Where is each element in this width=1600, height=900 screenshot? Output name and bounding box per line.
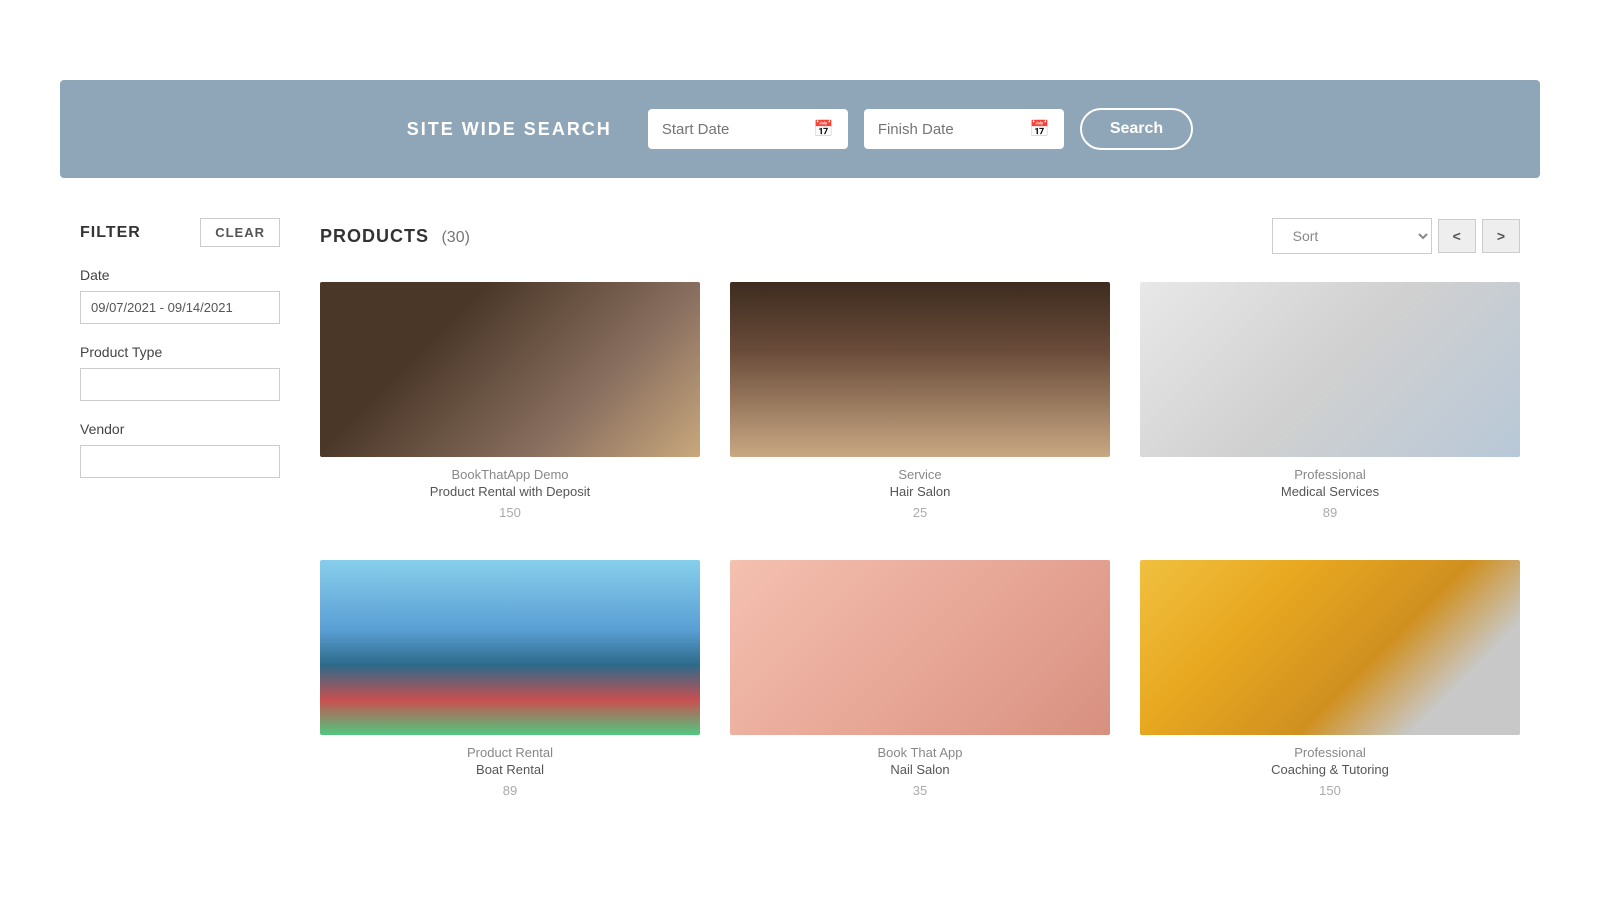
filter-header: FILTER CLEAR (80, 218, 280, 247)
products-title-group: PRODUCTS (30) (320, 226, 470, 247)
product-type: Professional (1271, 745, 1389, 760)
sort-select[interactable]: Sort (1272, 218, 1432, 254)
prev-page-button[interactable]: < (1438, 219, 1476, 253)
product-card[interactable]: Book That App Nail Salon 35 (730, 560, 1110, 798)
start-date-input[interactable] (662, 121, 806, 138)
filter-date-section: Date (80, 267, 280, 324)
product-type: BookThatApp Demo (430, 467, 590, 482)
product-card[interactable]: Professional Coaching & Tutoring 150 (1140, 560, 1520, 798)
filter-date-label: Date (80, 267, 280, 283)
search-bar: SITE WIDE SEARCH 📅 📅 Search (60, 80, 1540, 178)
product-image (1140, 282, 1520, 457)
filter-product-type-section: Product Type (80, 344, 280, 401)
main-content: FILTER CLEAR Date Product Type Vendor PR… (0, 178, 1600, 838)
product-image (730, 282, 1110, 457)
product-card[interactable]: Professional Medical Services 89 (1140, 282, 1520, 520)
product-name: Boat Rental (467, 762, 553, 777)
search-label: SITE WIDE SEARCH (407, 119, 612, 140)
pagination-controls: Sort < > (1272, 218, 1520, 254)
product-info: Book That App Nail Salon 35 (877, 745, 962, 798)
finish-date-calendar-icon: 📅 (1030, 119, 1050, 139)
clear-button[interactable]: CLEAR (200, 218, 280, 247)
filter-vendor-label: Vendor (80, 421, 280, 437)
product-info: Professional Coaching & Tutoring 150 (1271, 745, 1389, 798)
start-date-wrapper: 📅 (648, 109, 848, 149)
product-type: Service (890, 467, 951, 482)
finish-date-input[interactable] (878, 121, 1022, 138)
product-image (730, 560, 1110, 735)
product-info: Service Hair Salon 25 (890, 467, 951, 520)
product-type: Product Rental (467, 745, 553, 760)
filter-sidebar: FILTER CLEAR Date Product Type Vendor (80, 218, 280, 798)
products-area: PRODUCTS (30) Sort < > BookThatApp Demo … (320, 218, 1520, 798)
product-price: 150 (430, 505, 590, 520)
product-card[interactable]: BookThatApp Demo Product Rental with Dep… (320, 282, 700, 520)
filter-title: FILTER (80, 224, 141, 242)
product-image (1140, 560, 1520, 735)
product-card[interactable]: Product Rental Boat Rental 89 (320, 560, 700, 798)
product-price: 25 (890, 505, 951, 520)
product-type: Book That App (877, 745, 962, 760)
filter-date-input[interactable] (80, 291, 280, 324)
filter-vendor-input[interactable] (80, 445, 280, 478)
next-page-button[interactable]: > (1482, 219, 1520, 253)
product-price: 89 (1281, 505, 1379, 520)
product-price: 35 (877, 783, 962, 798)
product-image (320, 282, 700, 457)
search-button[interactable]: Search (1080, 108, 1193, 150)
start-date-calendar-icon: 📅 (814, 119, 834, 139)
product-name: Product Rental with Deposit (430, 484, 590, 499)
products-count: (30) (441, 229, 469, 246)
filter-vendor-section: Vendor (80, 421, 280, 478)
product-name: Medical Services (1281, 484, 1379, 499)
product-info: Professional Medical Services 89 (1281, 467, 1379, 520)
product-price: 89 (467, 783, 553, 798)
product-name: Nail Salon (877, 762, 962, 777)
product-info: BookThatApp Demo Product Rental with Dep… (430, 467, 590, 520)
filter-product-type-input[interactable] (80, 368, 280, 401)
product-info: Product Rental Boat Rental 89 (467, 745, 553, 798)
filter-product-type-label: Product Type (80, 344, 280, 360)
product-name: Hair Salon (890, 484, 951, 499)
product-image (320, 560, 700, 735)
products-header: PRODUCTS (30) Sort < > (320, 218, 1520, 254)
product-price: 150 (1271, 783, 1389, 798)
product-type: Professional (1281, 467, 1379, 482)
products-title: PRODUCTS (320, 226, 429, 246)
product-name: Coaching & Tutoring (1271, 762, 1389, 777)
product-card[interactable]: Service Hair Salon 25 (730, 282, 1110, 520)
finish-date-wrapper: 📅 (864, 109, 1064, 149)
product-grid: BookThatApp Demo Product Rental with Dep… (320, 282, 1520, 798)
